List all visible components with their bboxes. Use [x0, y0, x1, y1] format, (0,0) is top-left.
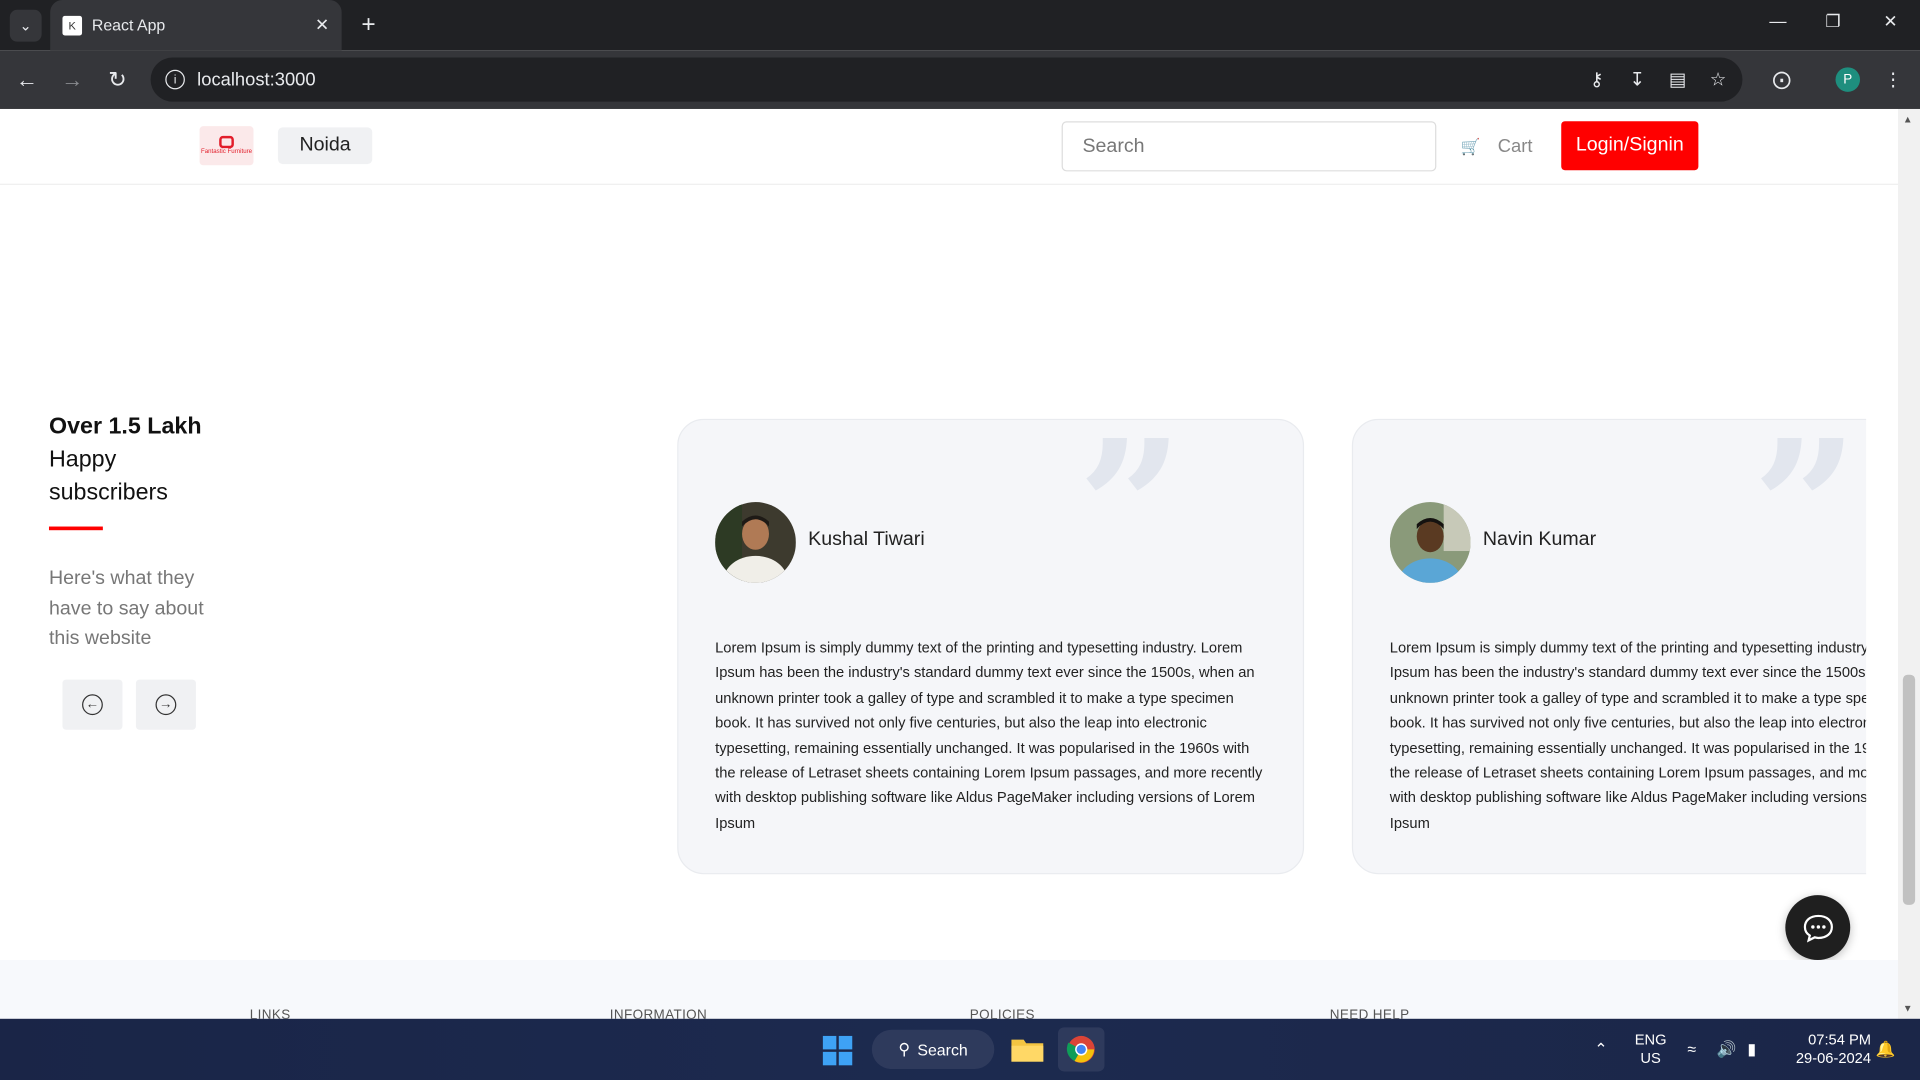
- search-icon: ⚲: [898, 1039, 910, 1058]
- address-bar[interactable]: i localhost:3000: [150, 57, 1743, 102]
- date: 29-06-2024: [1795, 1049, 1872, 1067]
- logo-text: Fantastic Furniture: [201, 148, 253, 156]
- scroll-up-icon[interactable]: ▲: [1903, 114, 1913, 125]
- stat-bold: Over 1.5 Lakh: [48, 413, 202, 440]
- taskbar-search-label: Search: [917, 1040, 968, 1059]
- stat-line-subscribers: subscribers: [48, 480, 168, 506]
- region-code: US: [1640, 1049, 1661, 1067]
- page-scrollbar[interactable]: ▲ ▼: [1897, 108, 1920, 1019]
- tray-chevron-up-icon[interactable]: ⌃: [1594, 1040, 1607, 1060]
- volume-icon[interactable]: 🔊: [1717, 1040, 1737, 1060]
- start-windows-icon[interactable]: [822, 1035, 853, 1066]
- review-text: Lorem Ipsum is simply dummy text of the …: [1389, 639, 1867, 832]
- payment-card-icon[interactable]: ▤: [1663, 65, 1692, 94]
- bookmark-star-icon[interactable]: ☆: [1703, 65, 1732, 94]
- url-text: localhost:3000: [197, 69, 316, 91]
- browser-toolbar: ← → ↻ i localhost:3000 ⚷ ↧ ▤ ☆ ⨀ P ⋮: [0, 50, 1920, 109]
- testimonials-subtitle: Here's what they have to say about this …: [48, 568, 204, 649]
- stat-line-happy: Happy: [48, 446, 117, 473]
- site-logo[interactable]: Fantastic Furniture: [199, 126, 254, 166]
- tab-title: React App: [91, 15, 166, 35]
- footer-heading-policies: POLICIES: [969, 1007, 1035, 1019]
- extensions-puzzle-icon[interactable]: ⨀: [1767, 65, 1796, 94]
- carousel-controls: ← →: [62, 678, 220, 730]
- cart-icon: 🛒: [1460, 136, 1481, 155]
- footer-heading-links: LINKS: [249, 1007, 291, 1019]
- reload-icon[interactable]: ↻: [103, 65, 132, 94]
- carousel-prev-button[interactable]: ←: [62, 678, 123, 730]
- wifi-icon[interactable]: ≈: [1687, 1040, 1696, 1058]
- testimonial-card: ” Navin Kumar Lorem Ipsum is simply dumm…: [1351, 418, 1867, 875]
- cart-label: Cart: [1497, 135, 1533, 157]
- footer-heading-information: INFORMATION: [609, 1007, 708, 1019]
- search-input[interactable]: [1061, 121, 1437, 172]
- restore-icon[interactable]: ❐: [1818, 11, 1847, 32]
- tab-search-chevron-icon[interactable]: ⌄: [9, 9, 42, 42]
- scroll-down-icon[interactable]: ▼: [1903, 1003, 1913, 1014]
- windows-taskbar: ⚲ Search ⌃ ENG US ≈ 🔊 ▮ 07:54 PM 29-06-2…: [0, 1018, 1920, 1080]
- quote-mark-icon: ”: [1077, 418, 1184, 616]
- chat-bubble-icon: [1803, 914, 1833, 942]
- cart-link[interactable]: 🛒 Cart: [1461, 136, 1533, 157]
- avatar: [715, 502, 796, 583]
- site-footer: LINKS INFORMATION POLICIES NEED HELP: [0, 960, 1898, 1019]
- scroll-thumb[interactable]: [1902, 674, 1916, 905]
- password-key-icon[interactable]: ⚷: [1582, 65, 1611, 94]
- logo-sofa-icon: [219, 135, 234, 149]
- accent-divider: [48, 526, 103, 531]
- avatar: [1389, 502, 1471, 583]
- footer-heading-need-help: NEED HELP: [1329, 1007, 1410, 1019]
- location-selector[interactable]: Noida: [277, 127, 373, 165]
- browser-tab[interactable]: K React App ✕: [50, 0, 342, 51]
- notification-bell-icon[interactable]: 🔔: [1876, 1040, 1896, 1060]
- new-tab-plus-icon[interactable]: +: [355, 10, 382, 38]
- file-explorer-icon[interactable]: [1004, 1027, 1051, 1071]
- arrow-right-circle-icon: →: [155, 693, 177, 715]
- testimonials-intro: Over 1.5 Lakh Happy subscribers Here's w…: [48, 410, 220, 730]
- chrome-icon[interactable]: [1057, 1027, 1105, 1072]
- install-app-icon[interactable]: ↧: [1622, 65, 1651, 94]
- taskbar-search[interactable]: ⚲ Search: [871, 1029, 995, 1069]
- profile-avatar[interactable]: P: [1835, 67, 1861, 92]
- back-arrow-icon[interactable]: ←: [12, 65, 41, 94]
- site-header: Fantastic Furniture Noida 🛒 Cart Login/S…: [0, 108, 1898, 185]
- time: 07:54 PM: [1808, 1031, 1872, 1049]
- testimonial-card: ” Kushal Tiwari Lorem Ipsum is simply du…: [677, 418, 1305, 875]
- testimonial-carousel: ” Kushal Tiwari Lorem Ipsum is simply du…: [677, 418, 1867, 878]
- subscriber-stat: Over 1.5 Lakh Happy subscribers: [49, 410, 220, 509]
- window-close-icon[interactable]: ✕: [1876, 11, 1905, 32]
- login-button[interactable]: Login/Signin: [1561, 121, 1699, 171]
- minimize-icon[interactable]: —: [1763, 11, 1792, 31]
- clock[interactable]: 07:54 PM 29-06-2024: [1783, 1031, 1871, 1068]
- quote-mark-icon: ”: [1752, 418, 1858, 616]
- arrow-left-circle-icon: ←: [82, 693, 103, 715]
- web-page: Fantastic Furniture Noida 🛒 Cart Login/S…: [0, 108, 1898, 1019]
- browser-tab-bar: ⌄ K React App ✕ + — ❐ ✕: [0, 0, 1920, 51]
- browser-menu-icon[interactable]: ⋮: [1878, 65, 1907, 94]
- battery-icon[interactable]: ▮: [1747, 1040, 1756, 1060]
- carousel-next-button[interactable]: →: [135, 678, 196, 730]
- reviewer-name: Navin Kumar: [1482, 528, 1597, 550]
- site-info-icon[interactable]: i: [165, 69, 185, 90]
- tab-close-icon[interactable]: ✕: [315, 15, 329, 36]
- favicon-icon: K: [62, 15, 83, 35]
- review-text: Lorem Ipsum is simply dummy text of the …: [715, 639, 1263, 832]
- forward-arrow-icon[interactable]: →: [58, 65, 87, 94]
- chat-button[interactable]: [1785, 895, 1851, 961]
- reviewer-name: Kushal Tiwari: [808, 528, 925, 550]
- lang-code: ENG: [1634, 1031, 1667, 1049]
- language-indicator[interactable]: ENG US: [1633, 1031, 1667, 1068]
